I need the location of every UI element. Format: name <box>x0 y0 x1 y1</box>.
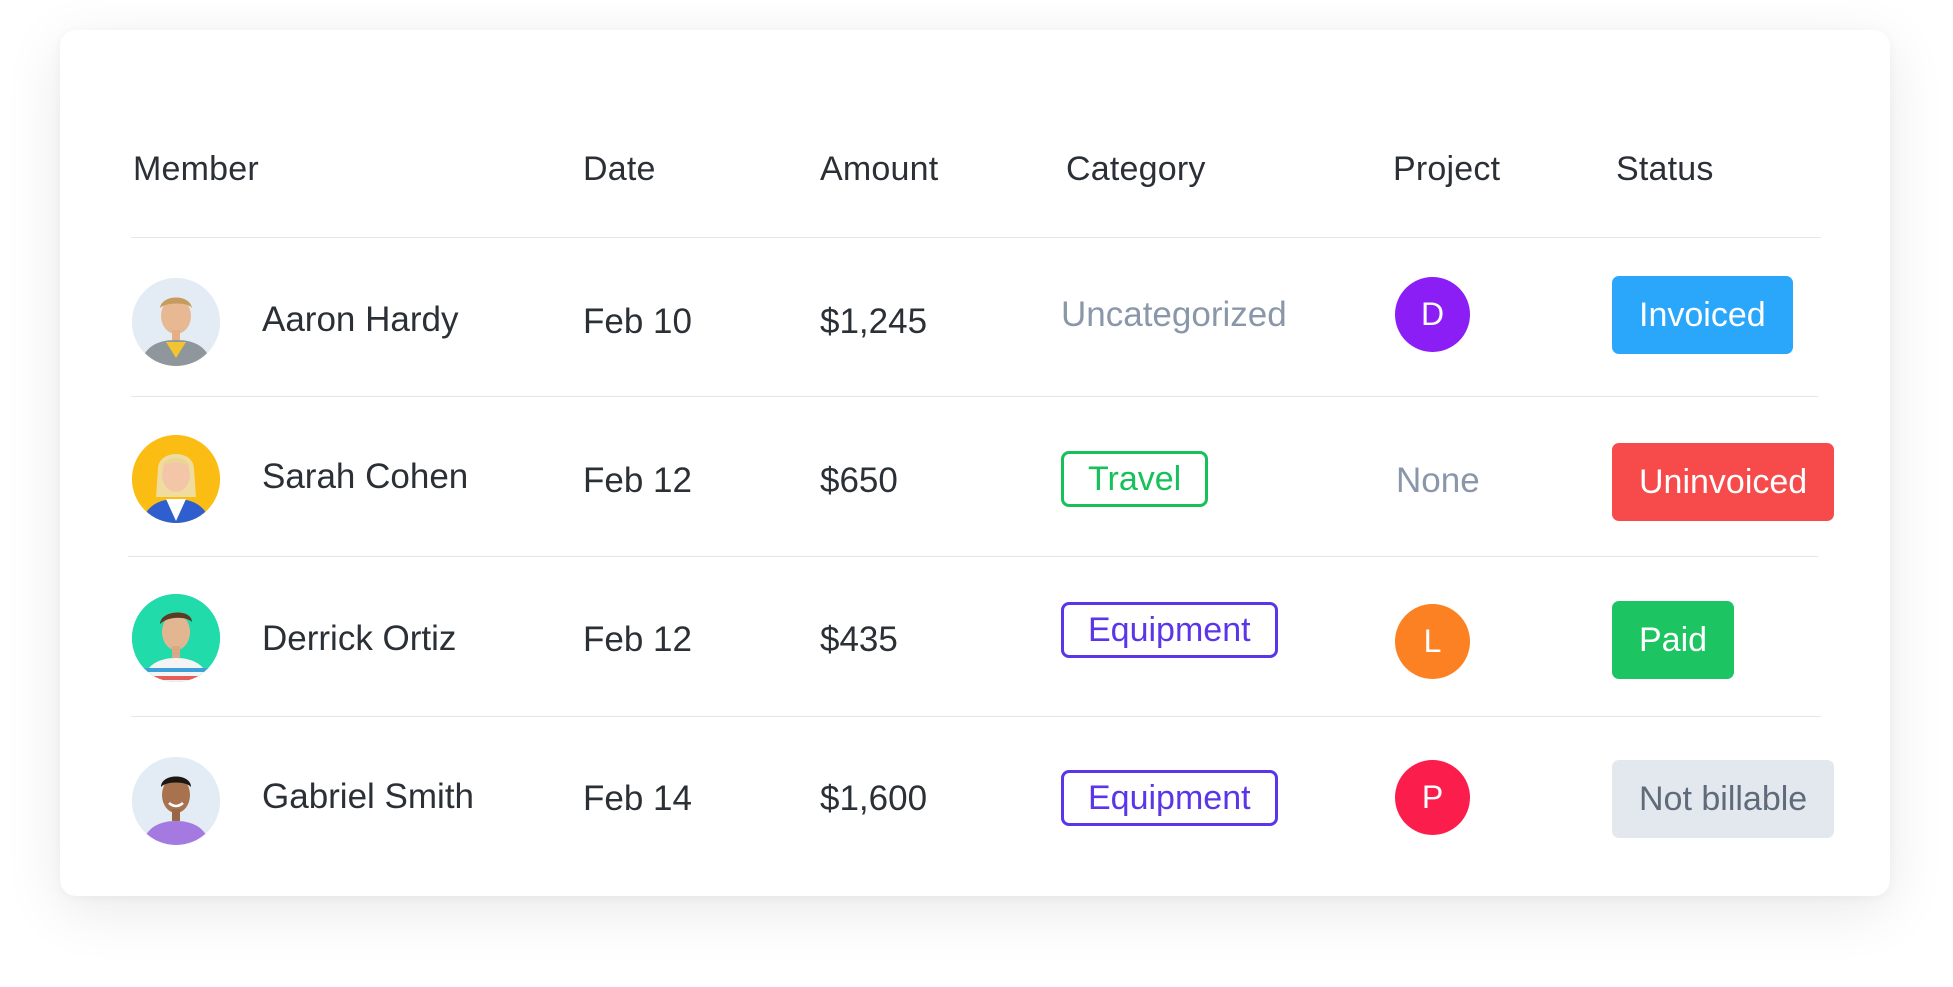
row-divider <box>128 556 1818 557</box>
category-tag[interactable]: Travel <box>1061 451 1209 507</box>
member-name: Gabriel Smith <box>262 777 475 816</box>
project-badge[interactable]: P <box>1395 760 1470 835</box>
expense-date: Feb 12 <box>583 461 692 500</box>
member-name: Aaron Hardy <box>262 300 459 339</box>
expense-amount: $1,600 <box>820 779 928 818</box>
project-none[interactable]: None <box>1396 461 1480 501</box>
avatar[interactable] <box>132 278 220 366</box>
expense-date: Feb 12 <box>583 620 692 659</box>
header-member[interactable]: Member <box>133 150 259 189</box>
category-tag[interactable]: Equipment <box>1061 602 1278 658</box>
expense-date: Feb 10 <box>583 302 692 341</box>
expense-amount: $1,245 <box>820 302 928 341</box>
header-date[interactable]: Date <box>583 150 656 189</box>
expense-date: Feb 14 <box>583 779 692 818</box>
avatar[interactable] <box>132 757 220 845</box>
header-project[interactable]: Project <box>1393 150 1500 189</box>
header-divider <box>131 237 1821 238</box>
row-divider <box>131 716 1821 717</box>
expense-amount: $435 <box>820 620 898 659</box>
project-badge[interactable]: L <box>1395 604 1470 679</box>
avatar-photo-gabriel-smith-icon <box>132 757 220 845</box>
header-category[interactable]: Category <box>1066 150 1206 189</box>
project-badge[interactable]: D <box>1395 277 1470 352</box>
row-divider <box>131 396 1818 397</box>
expense-amount: $650 <box>820 461 898 500</box>
status-badge[interactable]: Not billable <box>1612 760 1835 838</box>
avatar-photo-aaron-hardy-icon <box>132 278 220 366</box>
status-badge[interactable]: Paid <box>1612 601 1735 679</box>
member-name: Sarah Cohen <box>262 457 469 496</box>
category-uncategorized[interactable]: Uncategorized <box>1061 295 1287 335</box>
avatar[interactable] <box>132 594 220 682</box>
avatar-photo-derrick-ortiz-icon <box>132 594 220 682</box>
status-badge[interactable]: Uninvoiced <box>1612 443 1835 521</box>
header-status[interactable]: Status <box>1616 150 1714 189</box>
header-amount[interactable]: Amount <box>820 150 938 189</box>
avatar[interactable] <box>132 435 220 523</box>
avatar-photo-sarah-cohen-icon <box>132 435 220 523</box>
category-tag[interactable]: Equipment <box>1061 770 1278 826</box>
status-badge[interactable]: Invoiced <box>1612 276 1793 354</box>
member-name: Derrick Ortiz <box>262 619 457 658</box>
